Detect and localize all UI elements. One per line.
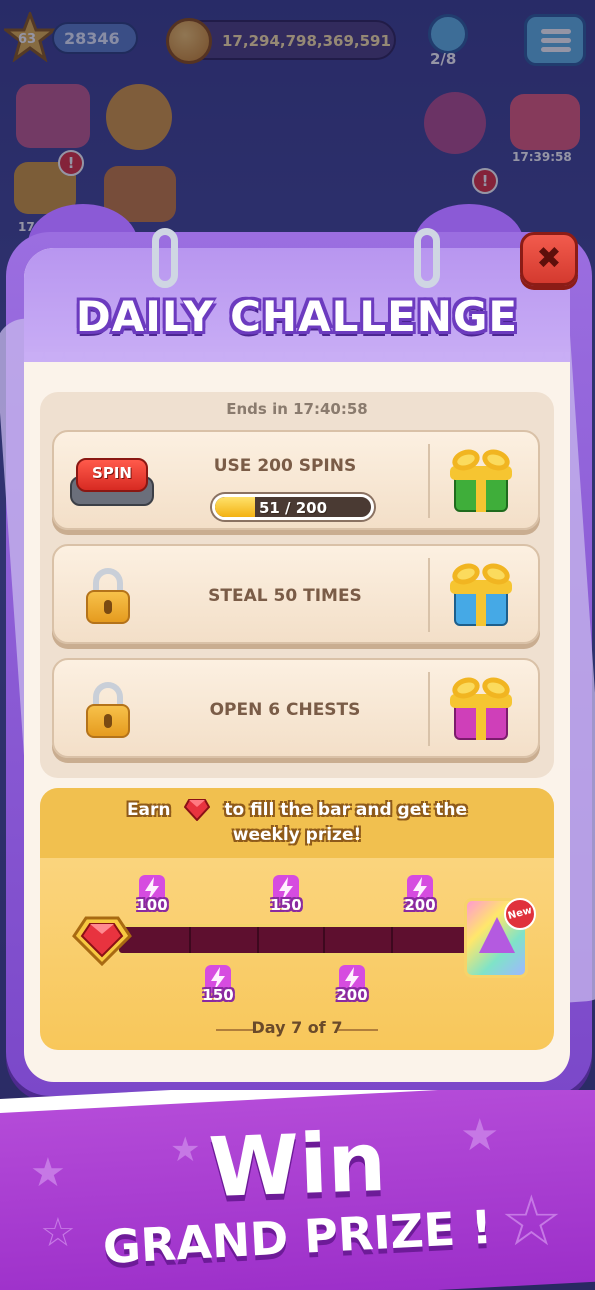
lock-icon — [84, 568, 132, 624]
track-segment — [189, 927, 191, 953]
milestone-value: 200 — [336, 986, 368, 1004]
header-scallop — [24, 352, 570, 368]
lock-keyhole — [104, 714, 112, 728]
day-divider-right — [338, 1029, 378, 1031]
ends-in-timer: Ends in 17:40:58 — [226, 400, 368, 418]
weekly-progress-track — [116, 924, 478, 956]
weekly-prize-section: Earn to fill the bar and get the weekly … — [40, 788, 554, 1050]
milestone-top-3: 200 — [400, 874, 440, 914]
spin-button-icon: SPIN — [70, 458, 154, 508]
milestone-value: 100 — [136, 896, 168, 914]
ruby-gem-icon — [184, 799, 211, 821]
milestone-top-1: 100 — [132, 874, 172, 914]
weekly-text-before: Earn — [126, 800, 171, 820]
milestone-value: 200 — [404, 896, 436, 914]
day-counter: Day 7 of 7 — [251, 1018, 343, 1037]
weekly-instructions: Earn to fill the bar and get the weekly … — [40, 798, 554, 848]
binder-ring-left — [152, 228, 178, 288]
task-divider — [428, 444, 430, 518]
daily-challenge-dialog: DAILY CHALLENGE ✖ Ends in 17:40:58 SPIN … — [0, 0, 595, 1100]
task-progress-bar: 51 / 200 — [212, 494, 374, 520]
milestone-bottom-2: 200 — [332, 964, 372, 1004]
new-badge: New — [504, 898, 536, 930]
task-divider — [428, 672, 430, 746]
green-gift-icon[interactable] — [448, 446, 514, 514]
ruby-gem-icon — [72, 916, 132, 966]
spin-button-label: SPIN — [92, 464, 132, 482]
task-label: USE 200 SPINS — [213, 456, 357, 476]
progress-text: 51 / 200 — [258, 499, 328, 517]
new-badge-label: New — [506, 905, 534, 922]
milestone-bottom-1: 150 — [198, 964, 238, 1004]
close-button[interactable]: ✖ — [520, 232, 578, 286]
task-use-spins[interactable]: SPIN USE 200 SPINS 51 / 200 — [52, 430, 540, 530]
weekly-text-after: to fill the bar and get the — [224, 800, 468, 820]
task-open-chests[interactable]: OPEN 6 CHESTS — [52, 658, 540, 758]
close-icon: ✖ — [536, 241, 562, 276]
task-label: OPEN 6 CHESTS — [209, 700, 361, 720]
milestone-value: 150 — [202, 986, 234, 1004]
lock-icon — [84, 682, 132, 738]
track-segment — [323, 927, 325, 953]
track-segment — [391, 927, 393, 953]
binder-ring-right — [414, 228, 440, 288]
task-divider — [428, 558, 430, 632]
task-panel: Ends in 17:40:58 SPIN USE 200 SPINS 51 /… — [40, 392, 554, 778]
task-steal[interactable]: STEAL 50 TIMES — [52, 544, 540, 644]
milestone-value: 150 — [270, 896, 302, 914]
dialog-title: DAILY CHALLENGE — [75, 292, 519, 341]
track-segment — [257, 927, 259, 953]
promo-banner: ★ ★ ★ ☆ ☆ Win GRAND PRIZE ! — [0, 1090, 595, 1290]
pink-gift-icon[interactable] — [448, 674, 514, 742]
milestone-top-2: 150 — [266, 874, 306, 914]
lock-keyhole — [104, 600, 112, 614]
weekly-text-line2: weekly prize! — [232, 825, 362, 845]
task-label: STEAL 50 TIMES — [208, 586, 362, 606]
blue-gift-icon[interactable] — [448, 560, 514, 628]
